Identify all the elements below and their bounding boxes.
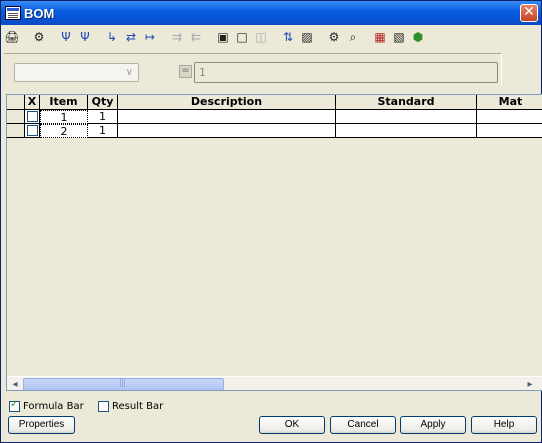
- help-button[interactable]: Help: [471, 416, 537, 434]
- find-icon[interactable]: ⌕: [344, 29, 362, 45]
- qty-cell[interactable]: 1: [88, 110, 118, 124]
- properties-button[interactable]: Properties: [8, 416, 75, 434]
- qty-cell[interactable]: 1: [88, 124, 118, 138]
- app-icon: [5, 6, 21, 20]
- indent-both-icon[interactable]: ⇄: [122, 29, 140, 45]
- formula-input[interactable]: 1: [194, 62, 498, 83]
- scroll-grip-icon: |||: [119, 378, 126, 388]
- result-bar-checkbox[interactable]: [98, 401, 109, 412]
- column-header-mat[interactable]: Mat: [477, 95, 542, 110]
- row-checkbox-cell[interactable]: [25, 124, 40, 138]
- export-icon[interactable]: ▣: [214, 29, 232, 45]
- tree-expand-icon[interactable]: Ψ: [76, 29, 94, 45]
- description-cell[interactable]: [118, 124, 336, 138]
- tools-icon[interactable]: ⚙: [325, 29, 343, 45]
- ok-button[interactable]: OK: [259, 416, 325, 434]
- equals-button[interactable]: =: [179, 65, 192, 78]
- formula-bar-checkbox[interactable]: [9, 399, 20, 412]
- formula-bar-label: Formula Bar: [23, 401, 84, 412]
- bom-window: BOM ✕ 🖨 ⚙ Ψ Ψ ↳ ⇄ ↦ ⇉ ⇇ ▣ □ ◫ ⇅ ▨ ⚙ ⌕ ▦ ▧ ⬢ ∨ = 1 X Item Q…: [0, 0, 542, 443]
- chevron-down-icon[interactable]: ∨: [126, 67, 133, 78]
- column-header-standard[interactable]: Standard: [336, 95, 477, 110]
- split-icon: ⇇: [190, 30, 202, 44]
- bom-grid: X Item Qty Description Standard Mat 1 1 …: [6, 94, 542, 391]
- title-bar[interactable]: BOM ✕: [1, 1, 541, 25]
- mat-cell[interactable]: [477, 124, 542, 138]
- apply-button[interactable]: Apply: [400, 416, 466, 434]
- scroll-thumb[interactable]: |||: [23, 378, 224, 390]
- result-bar-label: Result Bar: [112, 401, 164, 412]
- row-selector[interactable]: [7, 110, 25, 124]
- outdent-icon[interactable]: ↦: [141, 29, 159, 45]
- cancel-button[interactable]: Cancel: [330, 416, 396, 434]
- close-button[interactable]: ✕: [520, 4, 538, 22]
- table-row[interactable]: 1 1: [7, 110, 542, 124]
- standard-cell[interactable]: [336, 124, 477, 138]
- row-header-corner[interactable]: [7, 95, 25, 110]
- merge-icon: ⇉: [171, 30, 183, 44]
- item-cell[interactable]: 1: [40, 110, 88, 124]
- column-header-description[interactable]: Description: [118, 95, 336, 110]
- tree-icon[interactable]: Ψ: [57, 29, 75, 45]
- horizontal-scrollbar[interactable]: ◂ ||| ▸: [7, 376, 542, 390]
- standard-cell[interactable]: [336, 110, 477, 124]
- table-row[interactable]: 2 1: [7, 124, 542, 138]
- column-header-qty[interactable]: Qty: [88, 95, 118, 110]
- scroll-left-icon[interactable]: ◂: [8, 378, 22, 390]
- result-bar-option[interactable]: Result Bar: [98, 400, 163, 413]
- window-title: BOM: [24, 5, 55, 21]
- column-header-x[interactable]: X: [25, 95, 40, 110]
- part-icon[interactable]: ▦: [371, 29, 389, 45]
- formula-bar: ∨ = 1: [4, 53, 502, 85]
- toolbar: 🖨 ⚙ Ψ Ψ ↳ ⇄ ↦ ⇉ ⇇ ▣ □ ◫ ⇅ ▨ ⚙ ⌕ ▦ ▧ ⬢: [3, 27, 539, 47]
- mat-cell[interactable]: [477, 110, 542, 124]
- description-cell[interactable]: [118, 110, 336, 124]
- row-checkbox[interactable]: [26, 111, 38, 122]
- header-row: X Item Qty Description Standard Mat: [7, 95, 542, 110]
- settings-icon[interactable]: ⚙: [30, 29, 48, 45]
- indent-icon[interactable]: ↳: [103, 29, 121, 45]
- filter-icon[interactable]: ▨: [298, 29, 316, 45]
- view-icon[interactable]: □: [233, 29, 251, 45]
- grid-body: X Item Qty Description Standard Mat 1 1 …: [7, 95, 542, 376]
- save-icon[interactable]: ▧: [390, 29, 408, 45]
- row-checkbox[interactable]: [26, 125, 38, 136]
- shield-icon[interactable]: ⬢: [409, 29, 427, 45]
- columns-icon: ◫: [255, 30, 267, 44]
- row-checkbox-cell[interactable]: [25, 110, 40, 124]
- item-cell[interactable]: 2: [40, 124, 88, 138]
- print-icon[interactable]: 🖨: [3, 29, 21, 45]
- scroll-right-icon[interactable]: ▸: [523, 378, 537, 390]
- row-selector[interactable]: [7, 124, 25, 138]
- sort-icon[interactable]: ⇅: [279, 29, 297, 45]
- column-header-item[interactable]: Item: [40, 95, 88, 110]
- column-combo[interactable]: ∨: [14, 63, 139, 82]
- formula-bar-option[interactable]: Formula Bar: [9, 399, 84, 413]
